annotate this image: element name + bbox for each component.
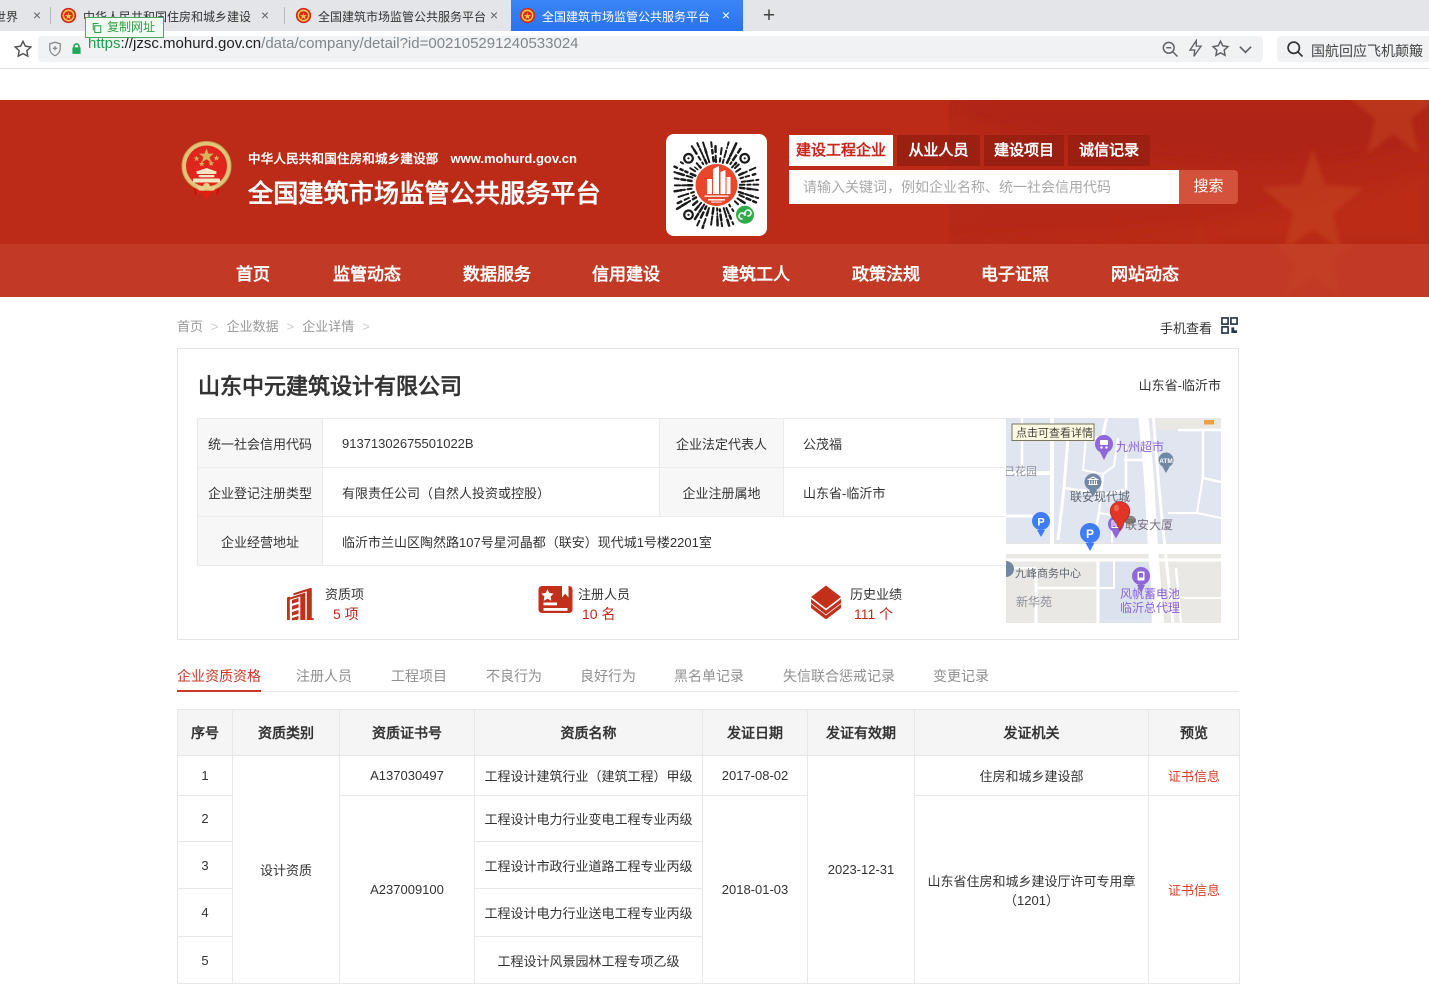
- svg-text:★: ★: [300, 12, 308, 21]
- svg-text:九州超市: 九州超市: [1116, 439, 1164, 454]
- svg-text:九峰商务中心: 九峰商务中心: [1015, 566, 1081, 580]
- svg-text:★: ★: [65, 12, 73, 21]
- svg-text:P: P: [1086, 527, 1094, 541]
- svg-text:★: ★: [524, 12, 532, 21]
- svg-text:临沂总代理: 临沂总代理: [1120, 601, 1180, 615]
- svg-text:风帆蓄电池: 风帆蓄电池: [1120, 586, 1180, 601]
- svg-text:ATM: ATM: [1159, 458, 1173, 465]
- svg-text:P: P: [1037, 517, 1044, 529]
- svg-text:己花园: 己花园: [1006, 465, 1037, 478]
- svg-text:新华苑: 新华苑: [1016, 594, 1052, 609]
- svg-text:点击可查看详情: 点击可查看详情: [1016, 426, 1093, 440]
